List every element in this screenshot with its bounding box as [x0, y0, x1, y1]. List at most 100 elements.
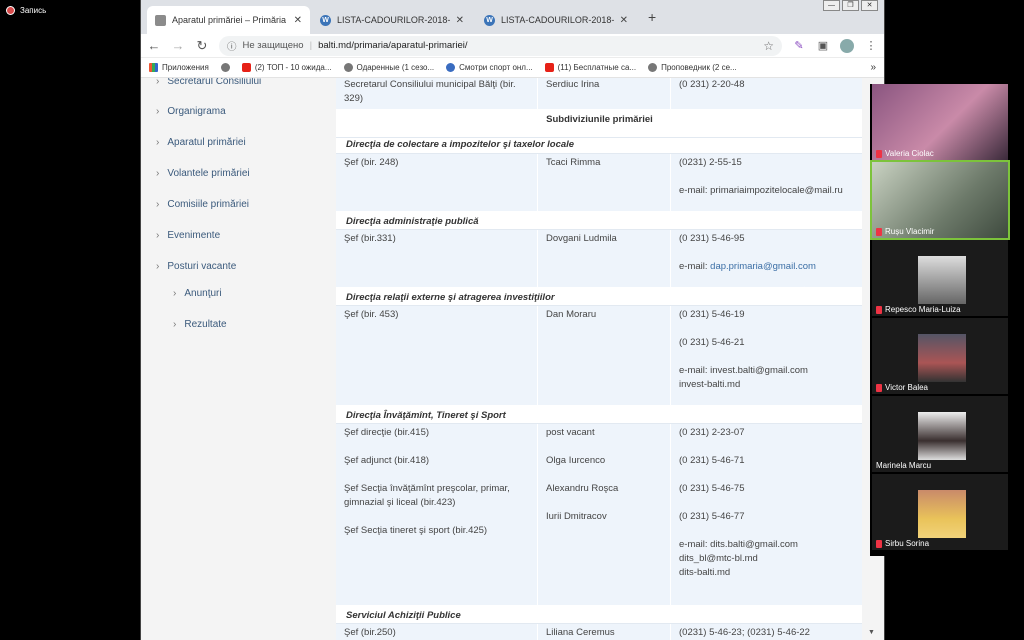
sidebar-item-rezultate[interactable]: › Rezultate	[173, 319, 227, 330]
bookmark-star-icon[interactable]: ☆	[763, 39, 774, 53]
email-text: dits_bl@mtc-bl.md	[679, 553, 758, 564]
email-link[interactable]: dap.primaria@gmail.com	[710, 261, 816, 272]
bookmarks-more-icon[interactable]: »	[870, 62, 876, 73]
sidebar-item-comisiile[interactable]: › Comisiile primăriei	[156, 199, 249, 210]
chevron-right-icon: ›	[156, 230, 160, 241]
table-row: Şef (bir.250) Liliana Ceremus (0231) 5-4…	[336, 624, 863, 640]
new-tab-button[interactable]: +	[648, 9, 656, 25]
role-cell: Secretarul Consiliului municipal Bălţi (…	[336, 78, 538, 109]
participant-tile[interactable]: Victor Balea	[872, 318, 1008, 394]
sidebar-item-evenimente[interactable]: › Evenimente	[156, 230, 220, 241]
sidebar-item-aparatul[interactable]: › Aparatul primăriei	[156, 137, 246, 148]
email-text: e-mail: primariaimpozitelocale@mail.ru	[679, 185, 843, 196]
restore-button[interactable]: ❐	[842, 0, 859, 11]
section-title: Direcţia Învăţămînt, Tineret şi Sport	[346, 410, 506, 421]
menu-icon[interactable]: ⋮	[864, 39, 878, 53]
sport-icon	[446, 63, 456, 72]
sidebar-item-secretarul[interactable]: › Secretarul Consiliului	[156, 78, 261, 87]
sidebar-item-organigrama[interactable]: › Organigrama	[156, 106, 226, 117]
address-bar[interactable]: ⓘ Не защищено | balti.md/primaria/aparat…	[219, 35, 782, 56]
participants-panel: Valeria Ciolac Rușu Vlacimir Repesco Mar…	[870, 84, 1010, 556]
close-tab-icon[interactable]: ✕	[456, 15, 464, 26]
contact-cell: (0 231) 5-46-19 (0 231) 5-46-21 e-mail: …	[671, 306, 863, 405]
contact-cell: (0 231) 5-46-95 e-mail: dap.primaria@gma…	[671, 230, 863, 287]
avatar-icon	[343, 63, 353, 72]
bookmark-odarennye[interactable]: Одаренные (1 сезо...	[343, 63, 434, 72]
record-icon	[6, 6, 15, 15]
phone-text: (0 231) 5-46-21	[679, 337, 745, 348]
participant-tile[interactable]: Rușu Vlacimir	[870, 160, 1010, 240]
forward-icon[interactable]: →	[171, 38, 185, 53]
phone-text: (0 231) 5-46-95	[679, 233, 745, 244]
role-cell: Şef (bir.331)	[336, 230, 538, 287]
name-cell: Tcaci Rimma	[538, 154, 671, 211]
bookmark-top10[interactable]: (2) ТОП - 10 ожида...	[241, 63, 332, 72]
scroll-down-icon[interactable]: ▼	[868, 629, 875, 636]
chevron-right-icon: ›	[173, 288, 177, 299]
chevron-right-icon: ›	[173, 319, 177, 330]
contact-cell: (0231) 2-55-15 e-mail: primariaimpozitel…	[671, 154, 863, 211]
role-cell: Şef (bir. 248)	[336, 154, 538, 211]
pen-extension-icon[interactable]: ✎	[792, 39, 806, 53]
table-row: Şef (bir. 453) Dan Moraru (0 231) 5-46-1…	[336, 306, 863, 406]
sidebar-item-volantele[interactable]: › Volantele primăriei	[156, 168, 250, 179]
page-viewport: › Secretarul Consiliului › Organigrama › Ap…	[141, 78, 884, 640]
recording-indicator: Запись	[6, 6, 46, 15]
tab-aparatul[interactable]: Aparatul primăriei – Primăria mu ✕	[147, 6, 310, 34]
close-tab-icon[interactable]: ✕	[294, 15, 302, 26]
participant-tile[interactable]: Valeria Ciolac	[872, 84, 1008, 160]
staff-table: Secretarul Consiliului municipal Bălţi (…	[336, 78, 863, 640]
info-icon[interactable]: ⓘ	[227, 39, 237, 53]
youtube-icon	[241, 63, 251, 72]
youtube-icon	[544, 63, 554, 72]
role-cell: Şef (bir. 453)	[336, 306, 538, 405]
tab-title: LISTA-CADOURILOR-2018-2019	[501, 15, 614, 25]
section-header: Direcţia relaţii externe şi atragerea in…	[336, 288, 863, 306]
tab-lista-2[interactable]: W LISTA-CADOURILOR-2018-2019 ✕	[476, 6, 636, 34]
browser-window: Aparatul primăriei – Primăria mu ✕ W LIS…	[140, 0, 885, 640]
bookmark-globe[interactable]	[220, 63, 230, 72]
minimize-button[interactable]: —	[823, 0, 840, 11]
phone-text: (0 231) 5-46-19	[679, 309, 745, 320]
reload-icon[interactable]: ↻	[195, 38, 209, 54]
muted-mic-icon	[876, 383, 882, 392]
profile-avatar[interactable]	[840, 38, 854, 53]
sidebar-item-posturi[interactable]: › Posturi vacante	[156, 261, 236, 272]
section-title: Direcţia administraţie publică	[346, 216, 479, 227]
table-row: Şef direcţie (bir.415) Şef adjunct (bir.…	[336, 424, 863, 606]
participant-avatar	[918, 412, 966, 460]
section-header: Direcţia Învăţămînt, Tineret şi Sport	[336, 406, 863, 424]
close-tab-icon[interactable]: ✕	[620, 15, 628, 26]
muted-mic-icon	[876, 305, 882, 314]
extension-icon[interactable]: ▣	[816, 39, 830, 53]
sidebar-item-anunturi[interactable]: › Anunţuri	[173, 288, 222, 299]
bookmark-propovednik[interactable]: Проповедник (2 се...	[648, 63, 737, 72]
participant-tile[interactable]: Marinela Marcu	[872, 396, 1008, 472]
url-text[interactable]: balti.md/primaria/aparatul-primariei/	[318, 40, 467, 51]
back-icon[interactable]: ←	[147, 38, 161, 53]
bookmark-apps[interactable]: Приложения	[149, 63, 209, 72]
section-header: Serviciul Achiziţii Publice	[336, 606, 863, 624]
tab-bar: Aparatul primăriei – Primăria mu ✕ W LIS…	[141, 0, 884, 34]
phone-cell: (0231) 5-46-23; (0231) 5-46-22	[679, 627, 810, 638]
window-controls: — ❐ ✕	[823, 0, 878, 11]
participant-tile[interactable]: Sirbu Sorina	[872, 474, 1008, 550]
security-label: Не защищено	[242, 40, 304, 51]
section-title: Serviciul Achiziţii Publice	[346, 610, 461, 621]
tab-lista-1[interactable]: W LISTA-CADOURILOR-2018-2019 ✕	[312, 6, 472, 34]
site-text: dits-balti.md	[679, 567, 731, 578]
close-window-button[interactable]: ✕	[861, 0, 878, 11]
table-row: Şef (bir.331) Dovgani Ludmila (0 231) 5-…	[336, 230, 863, 288]
chevron-right-icon: ›	[156, 199, 160, 210]
chevron-right-icon: ›	[156, 261, 160, 272]
section-title: Direcţia de colectare a impozitelor şi t…	[346, 139, 575, 150]
muted-mic-icon	[876, 539, 882, 548]
participant-avatar	[918, 490, 966, 538]
subheader-title: Subdiviziunile primăriei	[546, 114, 653, 125]
tab-title: LISTA-CADOURILOR-2018-2019	[337, 15, 450, 25]
participant-tile[interactable]: Repesco Maria-Luiza	[872, 240, 1008, 316]
contact-cell: (0 231) 2-23-07 (0 231) 5-46-71 (0 231) …	[671, 424, 863, 605]
bookmark-sport[interactable]: Смотри спорт онл...	[446, 63, 533, 72]
bookmark-besplatnye[interactable]: (11) Бесплатные са...	[544, 63, 636, 72]
role-cell: Şef direcţie (bir.415) Şef adjunct (bir.…	[336, 424, 538, 605]
